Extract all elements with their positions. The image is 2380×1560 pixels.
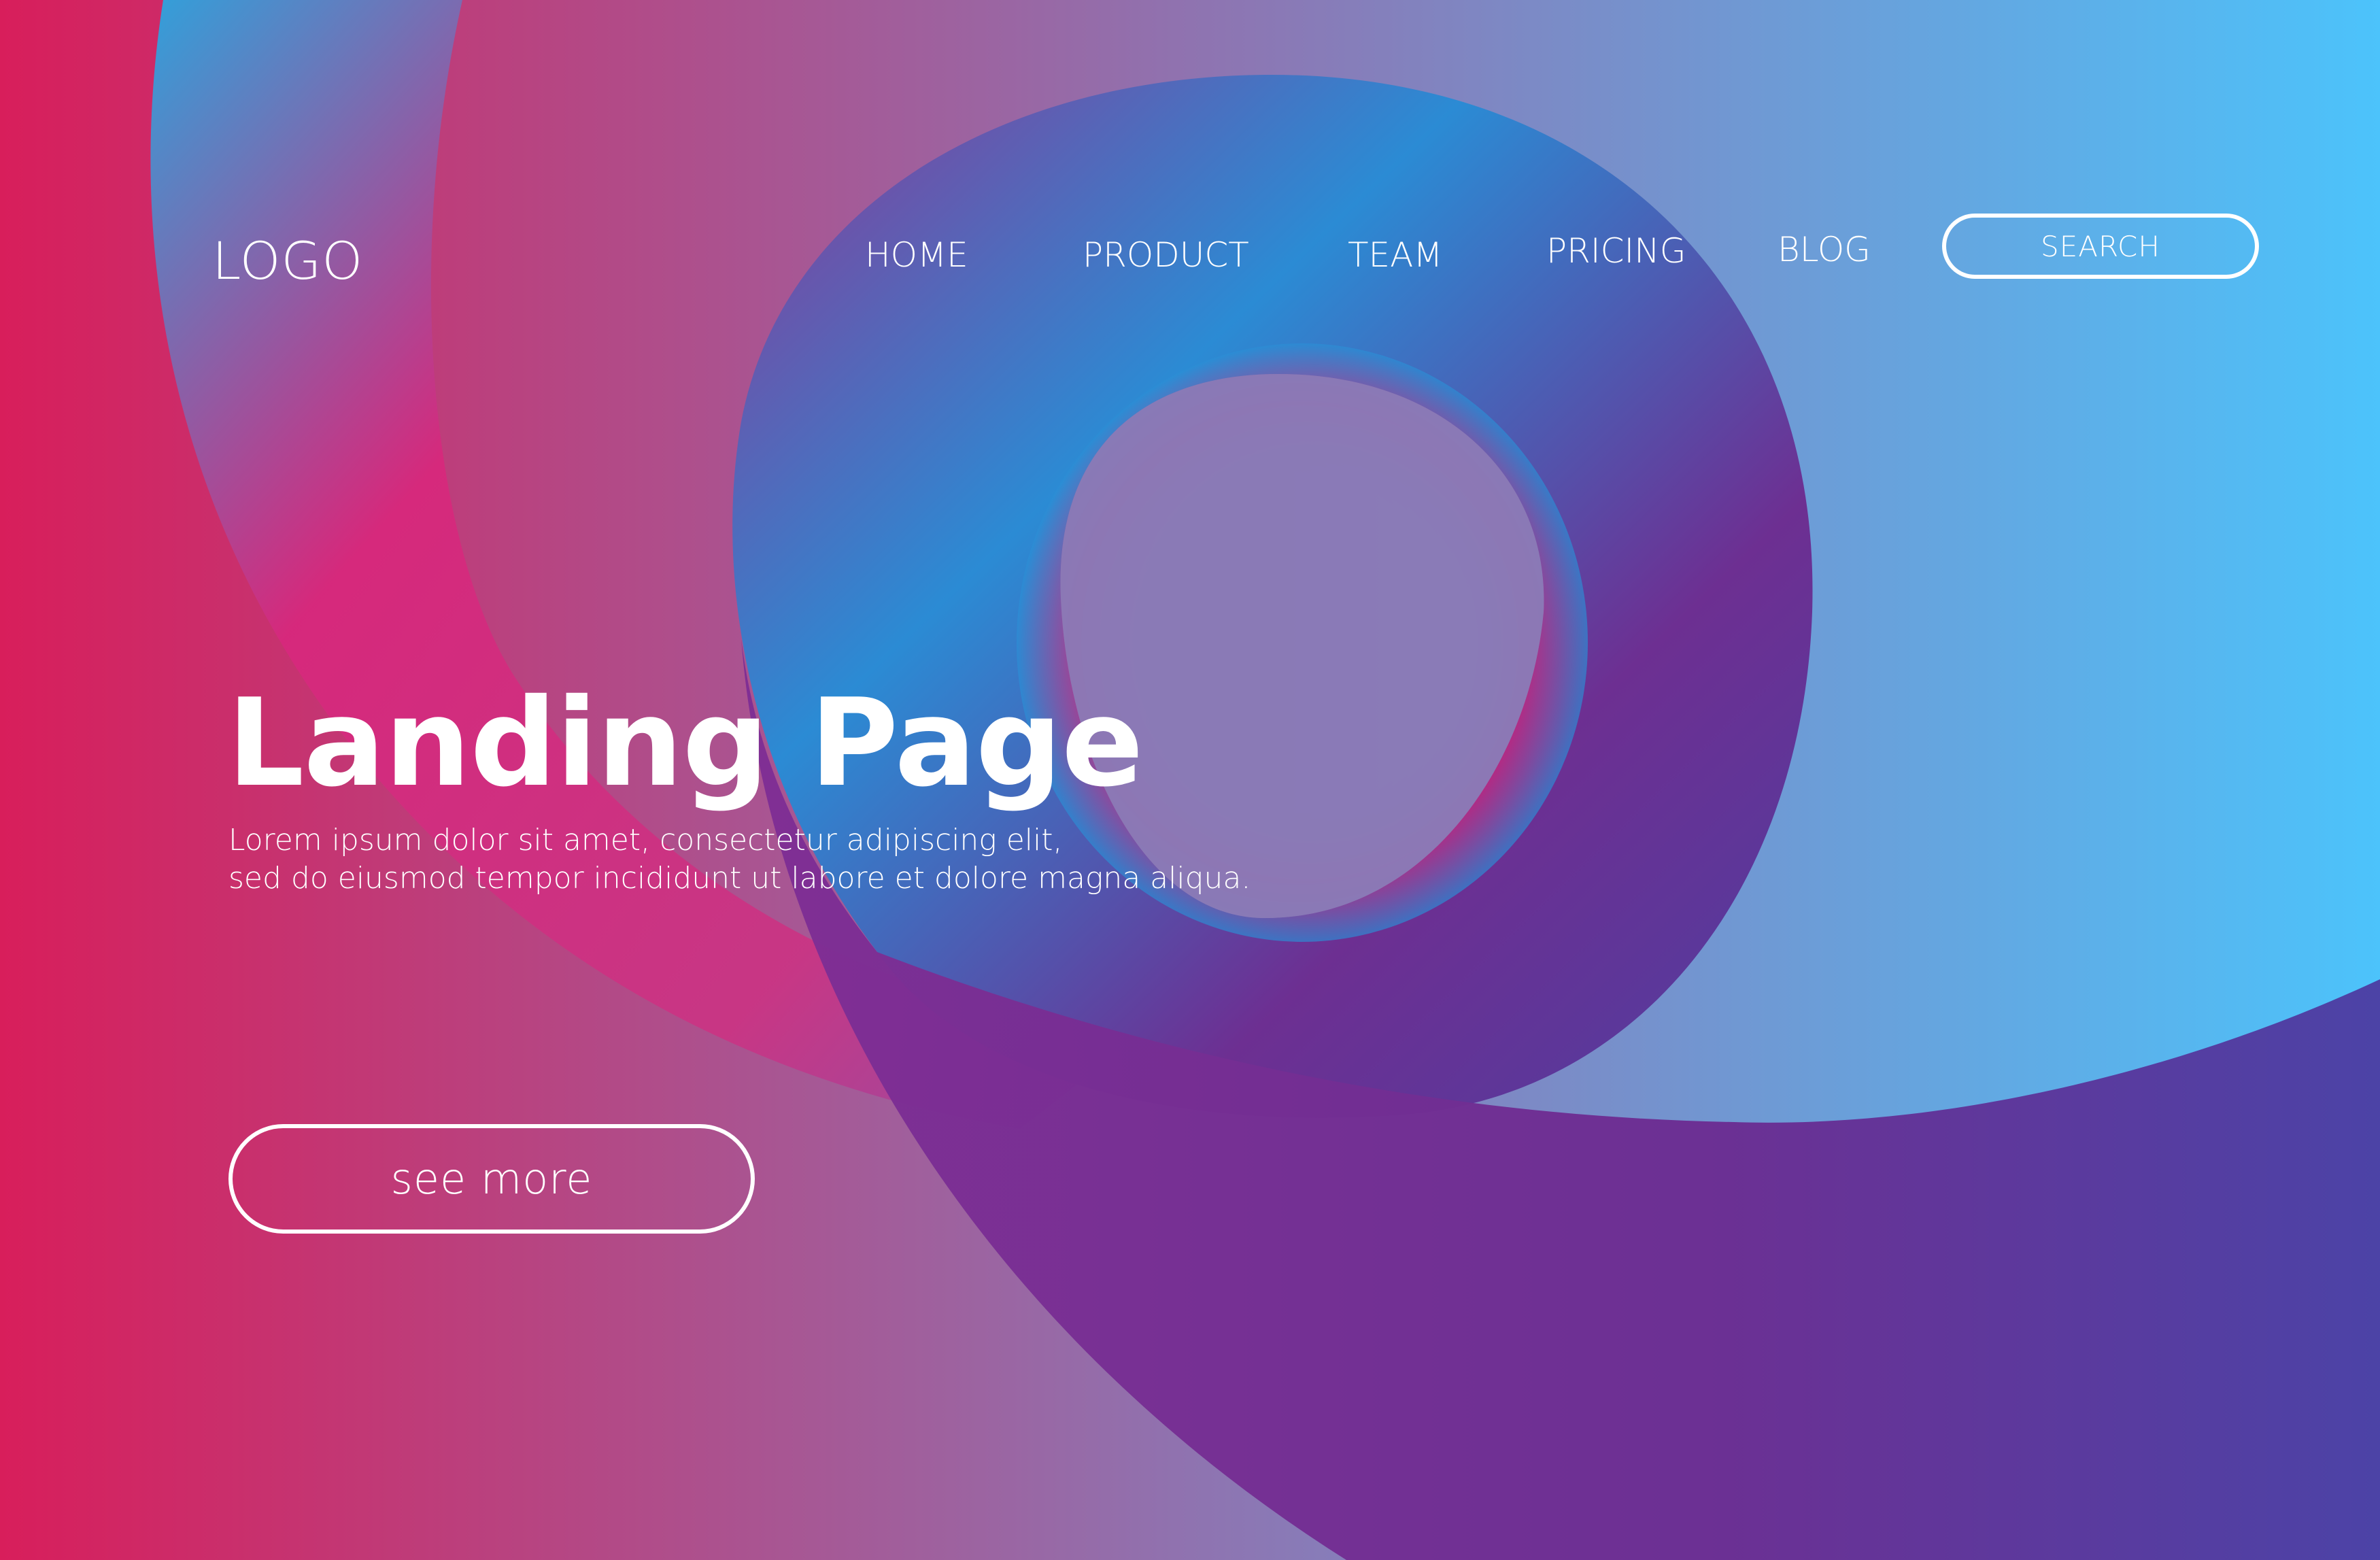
search-button[interactable]: SEARCH [1942,214,2259,279]
nav-blog-link[interactable]: BLOG [1778,233,1871,267]
hero-description-line-2: sed do eiusmod tempor incididunt ut labo… [228,861,1251,896]
nav-pricing-link[interactable]: PRICING [1546,234,1686,268]
nav-home-link[interactable]: HOME [865,238,968,272]
see-more-button[interactable]: see more [228,1124,755,1234]
hero-description-line-1: Lorem ipsum dolor sit amet, consectetur … [228,823,1063,858]
hero-title: Landing Page [227,673,1144,813]
nav-team-link[interactable]: TEAM [1348,238,1442,272]
hero-description: Lorem ipsum dolor sit amet, consectetur … [228,821,1251,898]
nav-product-link[interactable]: PRODUCT [1083,238,1249,272]
see-more-button-label: see more [390,1154,593,1204]
landing-page: LOGO HOME PRODUCT TEAM PRICING BLOG SEAR… [0,0,2380,1560]
search-button-label: SEARCH [2041,229,2160,263]
